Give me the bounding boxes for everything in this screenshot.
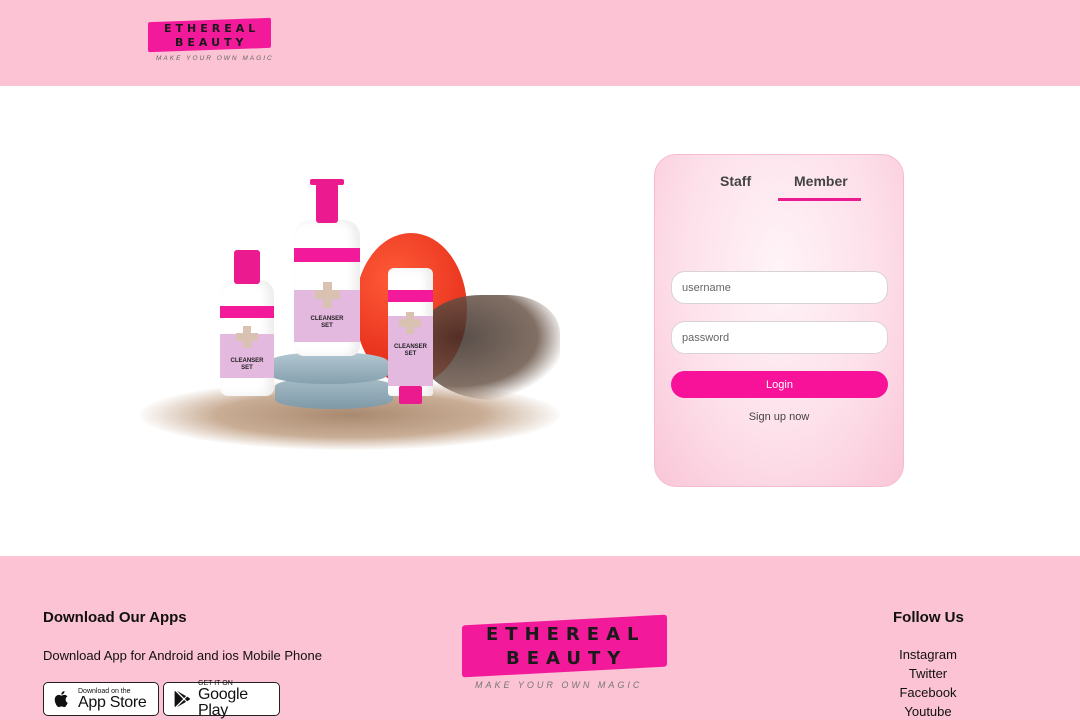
social-link-twitter[interactable]: Twitter (868, 666, 988, 681)
hero-product-image: CLEANSER SET CLEANSER SET CLEANSER SET (130, 165, 570, 465)
social-link-youtube[interactable]: Youtube (868, 704, 988, 719)
username-input[interactable] (671, 271, 888, 304)
tube-cap (399, 386, 422, 404)
product-label: CLEANSER SET (393, 344, 427, 357)
active-tab-indicator (778, 198, 861, 201)
bottle-cap (234, 250, 260, 284)
logo-line2: BEAUTY (506, 648, 628, 669)
pump-bottle: CLEANSER SET (294, 179, 360, 356)
cross-mark (236, 333, 258, 341)
stone-pedestal-top (270, 352, 388, 384)
site-header: ETHEREAL BEAUTY MAKE YOUR OWN MAGIC (0, 0, 1080, 86)
tab-member[interactable]: Member (794, 173, 848, 189)
logo-line1: ETHEREAL (486, 624, 646, 645)
bottle-stripe (220, 306, 274, 318)
brand-logo[interactable]: ETHEREAL BEAUTY MAKE YOUR OWN MAGIC (148, 17, 278, 67)
tube: CLEANSER SET (388, 268, 433, 404)
follow-heading: Follow Us (893, 609, 964, 626)
small-bottle: CLEANSER SET (220, 250, 274, 396)
google-play-button[interactable]: GET IT ON Google Play (163, 680, 280, 719)
tube-stripe (388, 290, 433, 302)
product-label: CLEANSER SET (310, 316, 344, 329)
cross-mark (399, 319, 421, 327)
tab-staff[interactable]: Staff (720, 173, 751, 189)
apps-heading: Download Our Apps (43, 609, 187, 626)
password-input[interactable] (671, 321, 888, 354)
footer-brand-logo[interactable]: ETHEREAL BEAUTY MAKE YOUR OWN MAGIC (462, 614, 672, 696)
google-play-big-text: Google Play (198, 685, 248, 719)
google-play-icon (174, 690, 190, 708)
app-store-big-text: App Store (78, 693, 147, 711)
cross-mark (315, 290, 340, 299)
signup-link[interactable]: Sign up now (655, 411, 903, 423)
apps-description: Download App for Android and ios Mobile … (43, 648, 322, 663)
social-link-instagram[interactable]: Instagram (868, 647, 988, 662)
pump-cap (310, 179, 344, 223)
site-footer: Download Our Apps Download App for Andro… (0, 556, 1080, 720)
product-label: CLEANSER SET (230, 358, 264, 371)
logo-tagline: MAKE YOUR OWN MAGIC (475, 680, 643, 690)
app-store-button[interactable]: Download on the App Store (43, 682, 159, 716)
login-card: Staff Member Login Sign up now (654, 154, 904, 487)
social-link-facebook[interactable]: Facebook (868, 685, 988, 700)
logo-line2: BEAUTY (175, 36, 248, 49)
logo-tagline: MAKE YOUR OWN MAGIC (156, 55, 274, 62)
logo-line1: ETHEREAL (164, 22, 260, 35)
apple-icon (54, 691, 68, 708)
bottle-stripe (294, 248, 360, 262)
login-button[interactable]: Login (671, 371, 888, 398)
